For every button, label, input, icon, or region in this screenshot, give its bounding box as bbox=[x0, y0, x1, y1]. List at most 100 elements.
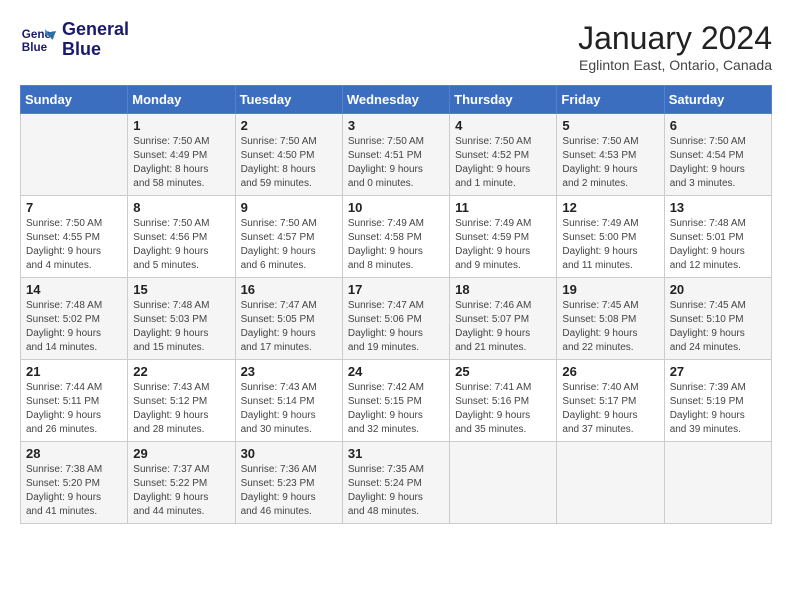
calendar-cell: 26 Sunrise: 7:40 AMSunset: 5:17 PMDayligh… bbox=[557, 360, 664, 442]
calendar-cell: 18Sunrise: 7:46 AMSunset: 5:07 PMDayligh… bbox=[450, 278, 557, 360]
logo: General Blue General Blue bbox=[20, 20, 129, 60]
day-info: Sunrise: 7:48 AMSunset: 5:03 PMDaylight:… bbox=[133, 299, 229, 355]
day-info: Sunrise: 7:35 AMSunset: 5:24 PMDaylight:… bbox=[348, 463, 444, 519]
calendar-cell: 14 Sunrise: 7:48 AMSunset: 5:02 PMDayligh… bbox=[21, 278, 128, 360]
day-number: 4 bbox=[455, 118, 551, 133]
calendar-cell: 8 Sunrise: 7:50 AMSunset: 4:56 PMDaylight… bbox=[128, 196, 235, 278]
day-info: Sunrise: 7:46 AMSunset: 5:07 PMDaylight:… bbox=[455, 299, 551, 355]
calendar-cell: 13Sunrise: 7:48 AMSunset: 5:01 PMDayligh… bbox=[664, 196, 771, 278]
calendar-cell: 30 Sunrise: 7:36 AMSunset: 5:23 PMDayligh… bbox=[235, 442, 342, 524]
svg-text:Blue: Blue bbox=[22, 41, 48, 54]
weekday-header-cell: Saturday bbox=[664, 86, 771, 114]
calendar-week-row: 14 Sunrise: 7:48 AMSunset: 5:02 PMDayligh… bbox=[21, 278, 772, 360]
title-block: January 2024 Eglinton East, Ontario, Can… bbox=[578, 20, 772, 73]
day-number: 17 bbox=[348, 282, 444, 297]
calendar-cell: 25 Sunrise: 7:41 AMSunset: 5:16 PMDayligh… bbox=[450, 360, 557, 442]
calendar-cell: 9 Sunrise: 7:50 AMSunset: 4:57 PMDaylight… bbox=[235, 196, 342, 278]
day-number: 5 bbox=[562, 118, 658, 133]
day-info: Sunrise: 7:50 AMSunset: 4:57 PMDaylight:… bbox=[241, 217, 337, 273]
calendar-cell: 31 Sunrise: 7:35 AMSunset: 5:24 PMDayligh… bbox=[342, 442, 449, 524]
calendar-cell: 6Sunrise: 7:50 AMSunset: 4:54 PMDaylight… bbox=[664, 114, 771, 196]
day-number: 15 bbox=[133, 282, 229, 297]
day-info: Sunrise: 7:38 AMSunset: 5:20 PMDaylight:… bbox=[26, 463, 122, 519]
calendar-cell: 28 Sunrise: 7:38 AMSunset: 5:20 PMDayligh… bbox=[21, 442, 128, 524]
calendar-cell: 16Sunrise: 7:47 AMSunset: 5:05 PMDayligh… bbox=[235, 278, 342, 360]
day-info: Sunrise: 7:50 AMSunset: 4:55 PMDaylight:… bbox=[26, 217, 122, 273]
weekday-header-cell: Tuesday bbox=[235, 86, 342, 114]
day-number: 11 bbox=[455, 200, 551, 215]
calendar-cell: 3 Sunrise: 7:50 AMSunset: 4:51 PMDaylight… bbox=[342, 114, 449, 196]
weekday-header-cell: Thursday bbox=[450, 86, 557, 114]
day-info: Sunrise: 7:48 AMSunset: 5:02 PMDaylight:… bbox=[26, 299, 122, 355]
weekday-header-row: SundayMondayTuesdayWednesdayThursdayFrid… bbox=[21, 86, 772, 114]
day-info: Sunrise: 7:50 AMSunset: 4:51 PMDaylight:… bbox=[348, 135, 444, 191]
calendar-cell: 7 Sunrise: 7:50 AMSunset: 4:55 PMDaylight… bbox=[21, 196, 128, 278]
day-info: Sunrise: 7:36 AMSunset: 5:23 PMDaylight:… bbox=[241, 463, 337, 519]
calendar-cell: 22Sunrise: 7:43 AMSunset: 5:12 PMDayligh… bbox=[128, 360, 235, 442]
day-info: Sunrise: 7:49 AMSunset: 4:59 PMDaylight:… bbox=[455, 217, 551, 273]
day-info: Sunrise: 7:43 AMSunset: 5:14 PMDaylight:… bbox=[241, 381, 337, 437]
day-info: Sunrise: 7:50 AMSunset: 4:50 PMDaylight:… bbox=[241, 135, 337, 191]
calendar-cell: 11 Sunrise: 7:49 AMSunset: 4:59 PMDayligh… bbox=[450, 196, 557, 278]
logo-text: General Blue bbox=[62, 20, 129, 60]
day-number: 19 bbox=[562, 282, 658, 297]
calendar-cell: 17 Sunrise: 7:47 AMSunset: 5:06 PMDayligh… bbox=[342, 278, 449, 360]
calendar-cell: 5 Sunrise: 7:50 AMSunset: 4:53 PMDaylight… bbox=[557, 114, 664, 196]
day-number: 28 bbox=[26, 446, 122, 461]
day-number: 9 bbox=[241, 200, 337, 215]
day-info: Sunrise: 7:47 AMSunset: 5:06 PMDaylight:… bbox=[348, 299, 444, 355]
page-header: General Blue General Blue January 2024 E… bbox=[20, 20, 772, 73]
calendar-week-row: 7 Sunrise: 7:50 AMSunset: 4:55 PMDaylight… bbox=[21, 196, 772, 278]
day-info: Sunrise: 7:49 AMSunset: 5:00 PMDaylight:… bbox=[562, 217, 658, 273]
day-number: 2 bbox=[241, 118, 337, 133]
day-number: 24 bbox=[348, 364, 444, 379]
day-info: Sunrise: 7:50 AMSunset: 4:53 PMDaylight:… bbox=[562, 135, 658, 191]
logo-icon: General Blue bbox=[20, 22, 56, 58]
day-info: Sunrise: 7:40 AMSunset: 5:17 PMDaylight:… bbox=[562, 381, 658, 437]
day-number: 12 bbox=[562, 200, 658, 215]
calendar-cell: 20Sunrise: 7:45 AMSunset: 5:10 PMDayligh… bbox=[664, 278, 771, 360]
day-number: 29 bbox=[133, 446, 229, 461]
day-info: Sunrise: 7:48 AMSunset: 5:01 PMDaylight:… bbox=[670, 217, 766, 273]
calendar-cell: 2 Sunrise: 7:50 AMSunset: 4:50 PMDaylight… bbox=[235, 114, 342, 196]
day-number: 8 bbox=[133, 200, 229, 215]
day-number: 26 bbox=[562, 364, 658, 379]
day-info: Sunrise: 7:42 AMSunset: 5:15 PMDaylight:… bbox=[348, 381, 444, 437]
day-info: Sunrise: 7:45 AMSunset: 5:10 PMDaylight:… bbox=[670, 299, 766, 355]
calendar-title: January 2024 bbox=[578, 20, 772, 57]
calendar-cell: 1Sunrise: 7:50 AMSunset: 4:49 PMDaylight… bbox=[128, 114, 235, 196]
calendar-cell: 15 Sunrise: 7:48 AMSunset: 5:03 PMDayligh… bbox=[128, 278, 235, 360]
day-info: Sunrise: 7:45 AMSunset: 5:08 PMDaylight:… bbox=[562, 299, 658, 355]
calendar-cell: 27Sunrise: 7:39 AMSunset: 5:19 PMDayligh… bbox=[664, 360, 771, 442]
calendar-cell: 12 Sunrise: 7:49 AMSunset: 5:00 PMDayligh… bbox=[557, 196, 664, 278]
day-number: 31 bbox=[348, 446, 444, 461]
calendar-cell: 4 Sunrise: 7:50 AMSunset: 4:52 PMDaylight… bbox=[450, 114, 557, 196]
day-info: Sunrise: 7:44 AMSunset: 5:11 PMDaylight:… bbox=[26, 381, 122, 437]
calendar-cell: 23 Sunrise: 7:43 AMSunset: 5:14 PMDayligh… bbox=[235, 360, 342, 442]
day-number: 21 bbox=[26, 364, 122, 379]
calendar-week-row: 21 Sunrise: 7:44 AMSunset: 5:11 PMDayligh… bbox=[21, 360, 772, 442]
weekday-header-cell: Monday bbox=[128, 86, 235, 114]
calendar-body: 1Sunrise: 7:50 AMSunset: 4:49 PMDaylight… bbox=[21, 114, 772, 524]
day-number: 30 bbox=[241, 446, 337, 461]
calendar-week-row: 1Sunrise: 7:50 AMSunset: 4:49 PMDaylight… bbox=[21, 114, 772, 196]
day-info: Sunrise: 7:50 AMSunset: 4:49 PMDaylight:… bbox=[133, 135, 229, 191]
day-number: 7 bbox=[26, 200, 122, 215]
day-number: 23 bbox=[241, 364, 337, 379]
day-info: Sunrise: 7:50 AMSunset: 4:52 PMDaylight:… bbox=[455, 135, 551, 191]
calendar-cell bbox=[21, 114, 128, 196]
day-info: Sunrise: 7:39 AMSunset: 5:19 PMDaylight:… bbox=[670, 381, 766, 437]
day-number: 22 bbox=[133, 364, 229, 379]
calendar-week-row: 28 Sunrise: 7:38 AMSunset: 5:20 PMDayligh… bbox=[21, 442, 772, 524]
day-number: 25 bbox=[455, 364, 551, 379]
day-number: 10 bbox=[348, 200, 444, 215]
day-info: Sunrise: 7:49 AMSunset: 4:58 PMDaylight:… bbox=[348, 217, 444, 273]
day-info: Sunrise: 7:37 AMSunset: 5:22 PMDaylight:… bbox=[133, 463, 229, 519]
day-info: Sunrise: 7:41 AMSunset: 5:16 PMDaylight:… bbox=[455, 381, 551, 437]
day-number: 6 bbox=[670, 118, 766, 133]
day-number: 14 bbox=[26, 282, 122, 297]
calendar-cell: 10 Sunrise: 7:49 AMSunset: 4:58 PMDayligh… bbox=[342, 196, 449, 278]
day-number: 3 bbox=[348, 118, 444, 133]
calendar-cell: 21 Sunrise: 7:44 AMSunset: 5:11 PMDayligh… bbox=[21, 360, 128, 442]
day-info: Sunrise: 7:50 AMSunset: 4:56 PMDaylight:… bbox=[133, 217, 229, 273]
